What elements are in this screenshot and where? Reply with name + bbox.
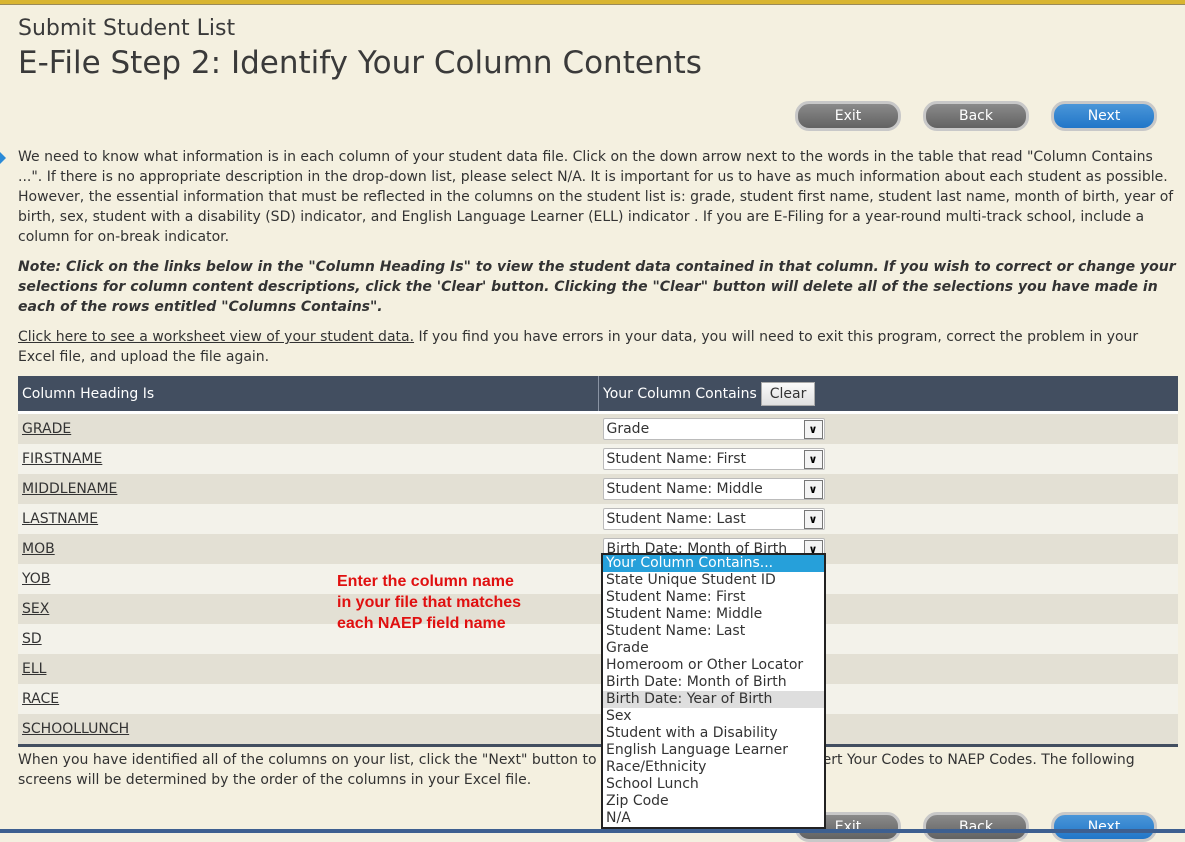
table-row: MIDDLENAME Student Name: Middle ∨ <box>18 474 1178 504</box>
dropdown-option[interactable]: Race/Ethnicity <box>603 759 824 776</box>
hint-line: in your file that matches <box>337 594 522 611</box>
column-heading-link[interactable]: SD <box>22 631 42 647</box>
column-heading-link[interactable]: RACE <box>22 691 59 707</box>
note-text: Note: Click on the links below in the "C… <box>18 259 1176 315</box>
top-nav: Exit Back Next <box>795 101 1157 131</box>
clear-button[interactable]: Clear <box>760 381 816 406</box>
heading-cell: FIRSTNAME <box>18 444 599 474</box>
back-button[interactable]: Back <box>923 101 1029 131</box>
heading-cell: SCHOOLLUNCH <box>18 714 599 747</box>
dropdown-option[interactable]: Homeroom or Other Locator <box>603 657 824 674</box>
heading-cell: GRADE <box>18 411 599 444</box>
column-heading-link[interactable]: FIRSTNAME <box>22 451 102 467</box>
dropdown-option[interactable]: English Language Learner <box>603 742 824 759</box>
column-contains-select[interactable]: Student Name: First ∨ <box>602 448 825 470</box>
dropdown-option[interactable]: Zip Code <box>603 793 824 810</box>
chevron-down-icon[interactable]: ∨ <box>803 449 823 469</box>
page-title: E-File Step 2: Identify Your Column Cont… <box>18 45 702 81</box>
select-value: Student Name: Middle <box>606 481 763 497</box>
column-heading-link[interactable]: ELL <box>22 661 46 677</box>
chevron-down-icon[interactable]: ∨ <box>803 479 823 499</box>
table-row: ELL <box>18 654 1178 684</box>
heading-cell: MIDDLENAME <box>18 474 599 504</box>
chevron-down-icon[interactable]: ∨ <box>803 509 823 529</box>
column-heading-link[interactable]: YOB <box>22 571 50 587</box>
bottom-bar <box>0 829 1185 833</box>
column-heading-link[interactable]: SEX <box>22 601 49 617</box>
select-value: Grade <box>606 421 650 437</box>
worksheet-paragraph: Click here to see a worksheet view of yo… <box>18 327 1178 367</box>
heading-cell: LASTNAME <box>18 504 599 534</box>
dropdown-option[interactable]: Birth Date: Month of Birth <box>603 674 824 691</box>
heading-cell: ELL <box>18 654 599 684</box>
dropdown-option[interactable]: Your Column Contains... <box>603 555 824 572</box>
column-mapping-table: Column Heading Is Your Column Contains Cl… <box>18 376 1178 747</box>
bullet-arrow-icon <box>0 152 6 164</box>
table-row: LASTNAME Student Name: Last ∨ <box>18 504 1178 534</box>
column-heading-link[interactable]: LASTNAME <box>22 511 98 527</box>
intro-text: We need to know what information is in e… <box>18 149 1174 245</box>
contains-cell: Student Name: First ∨ <box>598 444 1178 474</box>
col-heading-header: Column Heading Is <box>18 376 599 413</box>
next-button[interactable]: Next <box>1051 101 1157 131</box>
dropdown-option[interactable]: N/A <box>603 810 824 827</box>
dropdown-option[interactable]: School Lunch <box>603 776 824 793</box>
hint-line: each NAEP field name <box>337 615 506 632</box>
page-subtitle: Submit Student List <box>18 16 236 41</box>
heading-cell: RACE <box>18 684 599 714</box>
contains-cell: Student Name: Middle ∨ <box>598 474 1178 504</box>
next-button-bottom[interactable]: Next <box>1051 812 1157 842</box>
dropdown-option[interactable]: Student Name: Middle <box>603 606 824 623</box>
col-contains-label: Your Column Contains <box>603 385 757 402</box>
table-row: MOB Birth Date: Month of Birth ∨ <box>18 534 1178 564</box>
dropdown-option[interactable]: Student Name: Last <box>603 623 824 640</box>
select-value: Student Name: First <box>606 451 747 467</box>
column-contains-dropdown-list[interactable]: Your Column Contains... State Unique Stud… <box>601 553 826 829</box>
dropdown-option[interactable]: Sex <box>603 708 824 725</box>
exit-button[interactable]: Exit <box>795 101 901 131</box>
contains-cell: Grade ∨ <box>598 411 1178 444</box>
chevron-down-icon[interactable]: ∨ <box>803 419 823 439</box>
table-row: RACE <box>18 684 1178 714</box>
dropdown-option[interactable]: Student with a Disability <box>603 725 824 742</box>
col-contains-header: Your Column Contains Clear <box>598 376 1178 413</box>
column-contains-select[interactable]: Student Name: Last ∨ <box>602 508 825 530</box>
bottom-nav: Exit Back Next <box>795 812 1157 842</box>
bottom-text: When you have identified all of the colu… <box>18 752 1135 788</box>
column-heading-link[interactable]: MOB <box>22 541 55 557</box>
hint-annotation: Enter the column name in your file that … <box>337 571 521 634</box>
dropdown-option[interactable]: Student Name: First <box>603 589 824 606</box>
column-contains-select[interactable]: Student Name: Middle ∨ <box>602 478 825 500</box>
back-button-bottom[interactable]: Back <box>923 812 1029 842</box>
dropdown-option[interactable]: State Unique Student ID <box>603 572 824 589</box>
select-value: Student Name: Last <box>606 511 746 527</box>
dropdown-option[interactable]: Birth Date: Year of Birth <box>603 691 824 708</box>
column-heading-link[interactable]: MIDDLENAME <box>22 481 117 497</box>
hint-line: Enter the column name <box>337 573 514 590</box>
table-row: SD <box>18 624 1178 654</box>
table-row: FIRSTNAME Student Name: First ∨ <box>18 444 1178 474</box>
column-heading-link[interactable]: GRADE <box>22 421 71 437</box>
column-contains-select[interactable]: Grade ∨ <box>602 418 825 440</box>
contains-cell: Student Name: Last ∨ <box>598 504 1178 534</box>
dropdown-option[interactable]: Grade <box>603 640 824 657</box>
table-row: GRADE Grade ∨ <box>18 411 1178 444</box>
table-row: YOB <box>18 564 1178 594</box>
top-bar <box>0 0 1185 5</box>
table-row: SCHOOLLUNCH <box>18 714 1178 747</box>
worksheet-link[interactable]: Click here to see a worksheet view of yo… <box>18 329 414 345</box>
column-heading-link[interactable]: SCHOOLLUNCH <box>22 721 129 737</box>
table-row: SEX <box>18 594 1178 624</box>
heading-cell: MOB <box>18 534 599 564</box>
